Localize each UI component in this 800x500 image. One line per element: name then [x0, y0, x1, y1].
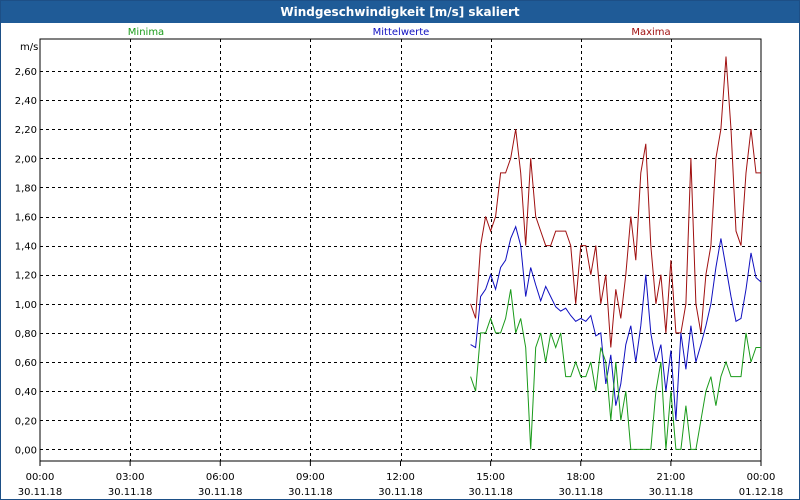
plot-frame — [39, 38, 762, 462]
y-tick-label: 0,60 — [15, 358, 37, 369]
y-tick-label: 1,20 — [15, 271, 37, 282]
y-tick-label: 2,40 — [15, 96, 37, 107]
x-tick-time: 06:00 — [206, 472, 235, 483]
y-tick-label: 0,40 — [15, 387, 37, 398]
y-tick-labels: 0,00 0,20 0,40 0,60 0,80 1,00 1,20 1,40 1,60 1,80… — [15, 67, 37, 456]
series-line-minima — [470, 289, 761, 450]
legend-mittelwerte: Mittelwerte — [373, 27, 430, 38]
chart: m/s Minima Mittelwerte Maxima 0,000,200,… — [15, 27, 784, 498]
y-axis-unit: m/s — [20, 42, 38, 53]
y-tick-label: 2,60 — [15, 67, 37, 78]
x-tick-labels: 00:00 30.11.18 03:00 30.11.18 06:00 30.11.18 0… — [18, 461, 784, 498]
x-tick-date: 30.11.18 — [198, 487, 243, 498]
x-tick-time: 15:00 — [476, 472, 505, 483]
x-tick-time: 00:00 — [747, 472, 776, 483]
x-tick-date: 30.11.18 — [558, 487, 603, 498]
legend-minima: Minima — [128, 27, 164, 38]
x-tick-date: 30.11.18 — [288, 487, 333, 498]
x-tick-date: 01.12.18 — [739, 487, 784, 498]
legend-maxima: Maxima — [631, 27, 670, 38]
x-tick-time: 12:00 — [386, 472, 415, 483]
x-tick-date: 30.11.18 — [468, 487, 513, 498]
x-tick-date: 30.11.18 — [649, 487, 694, 498]
y-tick-label: 2,20 — [15, 125, 37, 136]
x-tick-date: 30.11.18 — [18, 487, 63, 498]
x-tick-time: 21:00 — [656, 472, 685, 483]
y-tick-label: 0,20 — [15, 416, 37, 427]
x-tick-date: 30.11.18 — [108, 487, 153, 498]
x-tick-date: 30.11.18 — [378, 487, 423, 498]
y-tick-label: 2,00 — [15, 154, 37, 165]
y-tick-label: 0,00 — [15, 445, 37, 456]
grid-layer — [40, 39, 761, 461]
x-tick-time: 09:00 — [296, 472, 325, 483]
x-tick-time: 00:00 — [26, 472, 55, 483]
y-tick-label: 1,60 — [15, 213, 37, 224]
x-tick-time: 03:00 — [116, 472, 145, 483]
x-tick-time: 18:00 — [566, 472, 595, 483]
y-tick-label: 0,80 — [15, 329, 37, 340]
y-tick-label: 1,00 — [15, 300, 37, 311]
y-tick-label: 1,80 — [15, 183, 37, 194]
y-tick-label: 1,40 — [15, 242, 37, 253]
series-layer — [470, 56, 762, 450]
